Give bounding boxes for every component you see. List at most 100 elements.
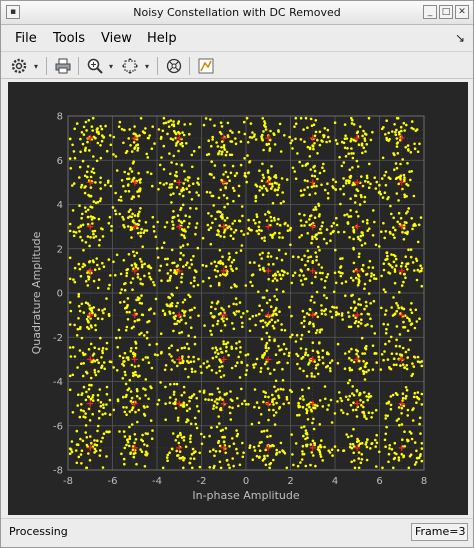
zoom-dropdown-icon[interactable]: ▾: [109, 62, 117, 71]
symbol-point: [402, 238, 406, 241]
symbol-point: [265, 429, 269, 432]
symbol-point: [212, 404, 216, 408]
title-bar[interactable]: ▪ Noisy Constellation with DC Removed _ …: [1, 1, 473, 25]
symbol-point: [96, 317, 100, 320]
dock-arrow-icon[interactable]: ↘: [455, 31, 465, 45]
symbol-point: [76, 327, 80, 331]
symbol-point: [233, 283, 236, 286]
symbol-point: [298, 274, 301, 277]
symbol-point: [189, 258, 193, 262]
symbol-point: [226, 202, 229, 206]
symbol-point: [409, 255, 413, 259]
symbol-point: [68, 157, 72, 160]
symbol-point: [146, 356, 150, 359]
symbol-point: [360, 458, 364, 461]
symbol-point: [271, 279, 275, 283]
symbol-point: [370, 275, 373, 278]
symbol-point: [369, 395, 373, 398]
symbol-point: [245, 369, 248, 372]
symbol-point: [81, 239, 84, 242]
symbol-point: [188, 407, 191, 411]
symbol-point: [136, 420, 139, 424]
style-button[interactable]: [195, 55, 217, 77]
symbol-point: [280, 348, 283, 351]
settings-dropdown-icon[interactable]: ▾: [34, 62, 42, 71]
symbol-point: [170, 355, 173, 358]
menu-tools[interactable]: Tools: [53, 31, 85, 46]
symbol-point: [182, 466, 185, 470]
symbol-point: [402, 280, 405, 284]
symbol-point: [321, 361, 325, 365]
menu-view[interactable]: View: [101, 31, 132, 46]
symbol-point: [309, 299, 313, 302]
symbol-point: [128, 435, 132, 438]
symbol-point: [346, 147, 349, 150]
symbol-point: [381, 156, 385, 160]
close-icon[interactable]: ✕: [455, 5, 469, 19]
symbol-point: [142, 387, 145, 390]
symbol-point: [268, 147, 272, 150]
symbol-point: [303, 179, 307, 182]
symbol-point: [289, 243, 292, 247]
symbol-point: [254, 183, 257, 186]
symbol-point: [96, 439, 99, 443]
x-tick-label: -2: [197, 476, 207, 487]
symbol-point: [190, 153, 194, 157]
symbol-point: [135, 394, 139, 398]
symbol-point: [244, 403, 248, 406]
symbol-point: [366, 229, 370, 232]
symbol-point: [305, 407, 308, 411]
symbol-point: [255, 357, 259, 361]
symbol-point: [132, 141, 136, 144]
symbol-point: [316, 404, 319, 408]
settings-button[interactable]: [8, 55, 30, 77]
symbol-point: [352, 248, 356, 251]
symbol-point: [311, 341, 315, 345]
symbol-point: [248, 444, 252, 447]
symbol-point: [80, 393, 83, 397]
symbol-point: [139, 231, 143, 234]
symbol-point: [288, 305, 291, 309]
symbol-point: [125, 310, 129, 314]
symbol-point: [129, 349, 133, 353]
symbol-point: [134, 346, 138, 350]
symbol-point: [189, 360, 193, 364]
symbol-point: [188, 132, 191, 136]
print-button[interactable]: [52, 55, 74, 77]
symbol-point: [211, 138, 214, 141]
zoom-fit-dropdown-icon[interactable]: ▾: [145, 62, 153, 71]
symbol-point: [410, 170, 414, 173]
symbol-point: [305, 374, 309, 378]
symbol-point: [369, 182, 372, 186]
symbol-point: [370, 416, 373, 419]
symbol-point: [364, 443, 368, 446]
symbol-point: [258, 220, 261, 224]
constellation-plot[interactable]: -8 -6 -4 -2 0 2 4 6 8 -8-6-4-202468 In-phase Amp…: [8, 82, 468, 515]
symbol-point: [328, 367, 332, 370]
zoom-in-button[interactable]: [84, 55, 106, 77]
symbol-point: [171, 359, 174, 362]
symbol-point: [276, 319, 280, 322]
symbol-point: [305, 220, 308, 224]
plot-figure: -8 -6 -4 -2 0 2 4 6 8 -8 -6 -4 -2 0 2 4 6 8 In-phase Amp…: [8, 82, 468, 515]
symbol-point: [304, 116, 308, 120]
symbol-point: [323, 385, 327, 388]
symbol-point: [173, 179, 177, 183]
menu-file[interactable]: File: [15, 31, 37, 46]
reset-axes-button[interactable]: [163, 55, 185, 77]
symbol-point: [210, 333, 213, 336]
maximize-icon[interactable]: □: [439, 5, 453, 19]
symbol-point: [351, 166, 354, 169]
symbol-point: [169, 274, 172, 278]
symbol-point: [135, 251, 139, 255]
symbol-point: [299, 269, 303, 272]
symbol-point: [79, 150, 82, 154]
symbol-point: [347, 215, 351, 218]
minimize-icon[interactable]: _: [423, 5, 437, 19]
symbol-point: [168, 152, 171, 155]
zoom-fit-button[interactable]: [119, 55, 141, 77]
symbol-point: [388, 230, 392, 234]
symbol-point: [105, 297, 108, 300]
symbol-point: [396, 152, 400, 155]
menu-help[interactable]: Help: [147, 31, 177, 46]
